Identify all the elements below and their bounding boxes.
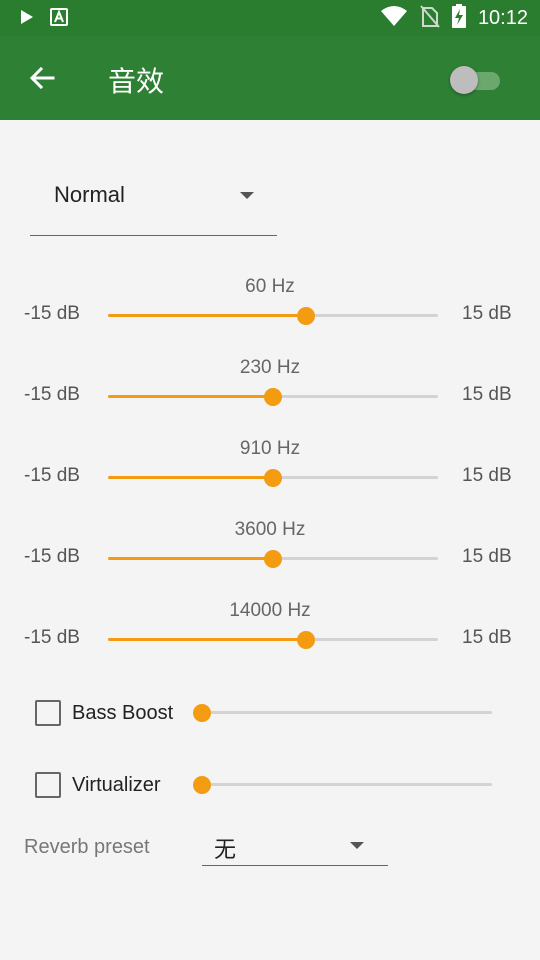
status-bar: 10:12 — [0, 0, 540, 36]
virtualizer-row: Virtualizer — [0, 766, 540, 806]
band-slider[interactable] — [108, 625, 438, 655]
band-max-label: 15 dB — [462, 627, 512, 648]
reverb-preset-dropdown[interactable]: 无 — [202, 822, 388, 866]
virtualizer-slider[interactable] — [193, 770, 492, 800]
play-icon — [20, 9, 34, 30]
band-max-label: 15 dB — [462, 465, 512, 486]
bass-boost-row: Bass Boost — [0, 694, 540, 734]
slider-thumb[interactable] — [297, 631, 315, 649]
equalizer-enable-toggle[interactable] — [450, 64, 500, 94]
slider-fill — [108, 557, 273, 560]
slider-fill — [108, 476, 273, 479]
slider-rail — [202, 711, 492, 714]
band-slider[interactable] — [108, 301, 438, 331]
band-slider[interactable] — [108, 382, 438, 412]
no-sim-icon — [420, 4, 440, 33]
band-frequency: 910 Hz — [239, 438, 301, 459]
bass-boost-checkbox[interactable] — [35, 700, 61, 726]
slider-thumb[interactable] — [264, 388, 282, 406]
band-frequency: 14000 Hz — [229, 600, 311, 621]
band-min-label: -15 dB — [24, 303, 80, 324]
font-a-icon — [50, 8, 68, 31]
band-min-label: -15 dB — [24, 465, 80, 486]
slider-thumb[interactable] — [264, 550, 282, 568]
virtualizer-label: Virtualizer — [72, 774, 161, 796]
slider-fill — [108, 395, 273, 398]
battery-charging-icon — [451, 3, 466, 33]
status-time: 10:12 — [477, 6, 528, 29]
band-slider[interactable] — [108, 463, 438, 493]
reverb-preset-label: Reverb preset — [24, 836, 150, 858]
slider-thumb[interactable] — [193, 776, 211, 794]
toggle-thumb — [450, 66, 478, 94]
bass-boost-slider[interactable] — [193, 698, 492, 728]
bass-boost-label: Bass Boost — [72, 702, 174, 724]
band-frequency: 230 Hz — [239, 357, 301, 378]
dropdown-arrow-icon — [350, 842, 364, 849]
reverb-preset-value: 无 — [214, 838, 237, 863]
band-3600hz: 3600 Hz -15 dB 15 dB — [0, 519, 540, 579]
slider-fill — [108, 638, 306, 641]
band-frequency: 3600 Hz — [234, 519, 306, 540]
dropdown-arrow-icon — [240, 192, 254, 199]
band-frequency: 60 Hz — [245, 276, 295, 297]
wifi-icon — [380, 5, 408, 32]
band-slider[interactable] — [108, 544, 438, 574]
band-14000hz: 14000 Hz -15 dB 15 dB — [0, 600, 540, 660]
arrow-back-icon — [29, 65, 55, 96]
band-min-label: -15 dB — [24, 546, 80, 567]
band-230hz: 230 Hz -15 dB 15 dB — [0, 357, 540, 417]
slider-fill — [108, 314, 306, 317]
virtualizer-checkbox[interactable] — [35, 772, 61, 798]
back-button[interactable] — [22, 60, 62, 100]
band-max-label: 15 dB — [462, 303, 512, 324]
preset-dropdown[interactable]: Normal — [30, 166, 277, 236]
band-min-label: -15 dB — [24, 384, 80, 405]
band-910hz: 910 Hz -15 dB 15 dB — [0, 438, 540, 498]
band-60hz: 60 Hz -15 dB 15 dB — [0, 276, 540, 336]
band-max-label: 15 dB — [462, 546, 512, 567]
slider-thumb[interactable] — [193, 704, 211, 722]
band-max-label: 15 dB — [462, 384, 512, 405]
preset-value: Normal — [54, 182, 125, 207]
app-bar: 音效 — [0, 36, 540, 120]
band-min-label: -15 dB — [24, 627, 80, 648]
slider-thumb[interactable] — [264, 469, 282, 487]
slider-rail — [202, 783, 492, 786]
page-title: 音效 — [108, 65, 165, 98]
slider-thumb[interactable] — [297, 307, 315, 325]
